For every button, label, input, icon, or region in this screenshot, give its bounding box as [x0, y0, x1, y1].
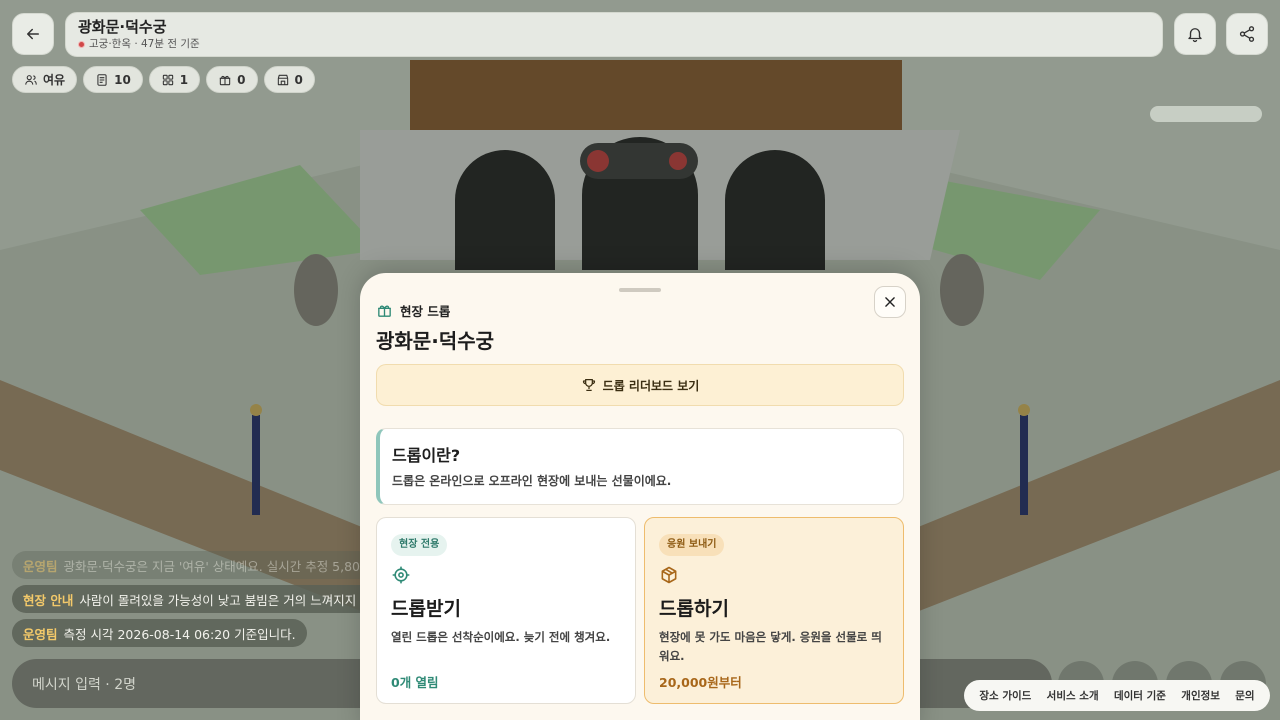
receive-title: 드롭받기	[391, 598, 461, 620]
place-subtitle: 고궁·한옥 · 47분 전 기준	[78, 37, 1150, 52]
package-icon	[661, 566, 677, 584]
people-icon	[25, 74, 37, 85]
chat-text: 사람이 몰려있을 가능성이 낮고 붐빔은 거의 느껴지지 않아	[79, 592, 372, 608]
receive-desc: 열린 드롭은 선착순이에요. 늦기 전에 챙겨요.	[391, 630, 611, 644]
receive-badge: 현장 전용	[391, 534, 448, 556]
map-info-pill	[1150, 106, 1262, 122]
chat-text: 측정 시각 2026-08-14 06:20 기준입니다.	[63, 626, 296, 642]
send-title: 드롭하기	[659, 598, 729, 620]
sheet-title: 광화문·덕수궁	[376, 329, 494, 353]
footer-links: 장소 가이드 서비스 소개 데이터 기준 개인정보 문의	[964, 680, 1270, 711]
send-desc: 현장에 못 가도 마음은 닿게. 응원을 선물로 띄워요.	[659, 630, 882, 663]
receive-count: 0개 열림	[391, 675, 439, 690]
place-title-bar[interactable]: 광화문·덕수궁 고궁·한옥 · 47분 전 기준	[65, 12, 1163, 57]
sheet-handle[interactable]	[619, 288, 661, 292]
grid-chip-value: 1	[179, 72, 189, 87]
news-icon	[97, 73, 107, 86]
live-dot-icon	[78, 41, 85, 48]
news-chip[interactable]: 10	[83, 66, 143, 93]
chat-author: 현장 안내	[23, 592, 74, 608]
share-icon	[1239, 26, 1255, 42]
footer-link-guide[interactable]: 장소 가이드	[979, 688, 1031, 703]
close-button[interactable]	[874, 286, 906, 318]
send-price: 20,000원부터	[659, 675, 742, 690]
news-chip-value: 10	[114, 72, 131, 87]
leaderboard-label: 드롭 리더보드 보기	[602, 378, 700, 393]
info-heading: 드롭이란?	[392, 446, 461, 465]
trophy-icon	[582, 379, 595, 391]
arrow-left-icon	[27, 28, 39, 40]
sheet-eyebrow: 현장 드롭	[376, 301, 450, 320]
stat-chips: 여유 10 1 0 0	[12, 66, 315, 93]
gift-icon	[219, 75, 231, 85]
grid-icon	[162, 74, 173, 85]
gift-chip[interactable]: 0	[206, 66, 258, 93]
leaderboard-button[interactable]: 드롭 리더보드 보기	[376, 364, 904, 406]
crowd-chip[interactable]: 여유	[12, 66, 78, 93]
chat-message: 현장 안내 사람이 몰려있을 가능성이 낮고 붐빔은 거의 느껴지지 않아	[12, 585, 372, 613]
footer-link-privacy[interactable]: 개인정보	[1181, 688, 1220, 703]
chat-message: 운영팀 광화문·덕수궁은 지금 '여유' 상태예요. 실시간 추정 5,800-…	[12, 551, 372, 579]
chat-author: 운영팀	[23, 558, 58, 574]
message-input-placeholder: 메시지 입력 · 2명	[32, 676, 136, 693]
sheet-eyebrow-text: 현장 드롭	[400, 304, 451, 319]
footer-link-contact[interactable]: 문의	[1235, 688, 1254, 703]
place-title: 광화문·덕수궁	[78, 18, 167, 36]
drop-info-card: 드롭이란? 드롭은 온라인으로 오프라인 현장에 보내는 선물이에요.	[376, 428, 904, 505]
target-icon	[392, 566, 410, 584]
notification-button[interactable]	[1174, 13, 1216, 55]
store-chip-value: 0	[294, 72, 303, 87]
gift-icon	[378, 305, 391, 317]
info-body: 드롭은 온라인으로 오프라인 현장에 보내는 선물이에요.	[392, 474, 672, 488]
send-badge: 응원 보내기	[659, 534, 725, 556]
store-chip[interactable]: 0	[263, 66, 315, 93]
close-icon	[885, 297, 895, 307]
gift-chip-value: 0	[237, 72, 246, 87]
back-button[interactable]	[12, 13, 54, 55]
chat-author: 운영팀	[23, 626, 58, 642]
chat-text: 광화문·덕수궁은 지금 '여유' 상태예요. 실시간 추정 5,800-6	[63, 558, 372, 574]
receive-drop-card[interactable]: 현장 전용 드롭받기 열린 드롭은 선착순이에요. 늦기 전에 챙겨요. 0개 …	[376, 517, 636, 704]
bell-icon	[1188, 28, 1202, 43]
crowd-chip-value: 여유	[43, 73, 66, 87]
footer-link-about[interactable]: 서비스 소개	[1047, 688, 1099, 703]
store-icon	[277, 74, 288, 85]
share-button[interactable]	[1226, 13, 1268, 55]
drop-sheet: 현장 드롭 광화문·덕수궁 드롭 리더보드 보기 드롭이란? 드롭은 온라인으로…	[360, 273, 920, 720]
chat-message: 운영팀 측정 시각 2026-08-14 06:20 기준입니다.	[12, 619, 307, 647]
grid-chip[interactable]: 1	[148, 66, 201, 93]
send-drop-card[interactable]: 응원 보내기 드롭하기 현장에 못 가도 마음은 닿게. 응원을 선물로 띄워요…	[644, 517, 904, 704]
footer-link-data[interactable]: 데이터 기준	[1114, 688, 1166, 703]
place-subtitle-text: 고궁·한옥 · 47분 전 기준	[89, 38, 200, 50]
